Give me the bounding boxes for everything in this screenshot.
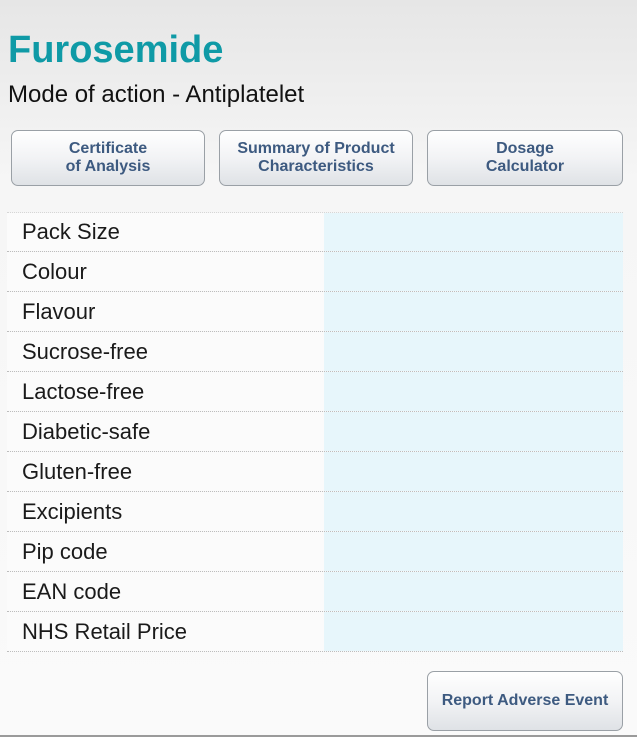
row-lactose-free: Lactose-free xyxy=(7,372,623,412)
row-value xyxy=(324,332,623,371)
row-label: Sucrose-free xyxy=(7,332,324,371)
row-value xyxy=(324,572,623,611)
row-value xyxy=(324,412,623,451)
row-nhs-retail-price: NHS Retail Price xyxy=(7,612,623,652)
row-sucrose-free: Sucrose-free xyxy=(7,332,623,372)
row-excipients: Excipients xyxy=(7,492,623,532)
row-label: Excipients xyxy=(7,492,324,531)
row-label: Diabetic-safe xyxy=(7,412,324,451)
summary-of-product-characteristics-button[interactable]: Summary of Product Characteristics xyxy=(219,130,413,186)
row-label: Gluten-free xyxy=(7,452,324,491)
row-value xyxy=(324,292,623,331)
row-label: NHS Retail Price xyxy=(7,612,324,651)
row-colour: Colour xyxy=(7,252,623,292)
row-gluten-free: Gluten-free xyxy=(7,452,623,492)
mode-of-action: Mode of action - Antiplatelet xyxy=(8,81,305,108)
certificate-of-analysis-button[interactable]: Certificate of Analysis xyxy=(11,130,205,186)
row-value xyxy=(324,612,623,651)
row-label: Colour xyxy=(7,252,324,291)
dosage-calculator-button[interactable]: Dosage Calculator xyxy=(427,130,623,186)
row-label: Lactose-free xyxy=(7,372,324,411)
row-ean-code: EAN code xyxy=(7,572,623,612)
row-value xyxy=(324,252,623,291)
row-label: Pack Size xyxy=(7,213,324,251)
row-label: Pip code xyxy=(7,532,324,571)
row-diabetic-safe: Diabetic-safe xyxy=(7,412,623,452)
report-adverse-event-button[interactable]: Report Adverse Event xyxy=(427,671,623,731)
row-label: Flavour xyxy=(7,292,324,331)
row-label: EAN code xyxy=(7,572,324,611)
row-value xyxy=(324,213,623,251)
row-value xyxy=(324,492,623,531)
row-value xyxy=(324,372,623,411)
row-pip-code: Pip code xyxy=(7,532,623,572)
product-title: Furosemide xyxy=(8,29,224,71)
row-pack-size: Pack Size xyxy=(7,212,623,252)
product-details-table: Pack Size Colour Flavour Sucrose-free La… xyxy=(7,212,623,652)
row-value xyxy=(324,532,623,571)
row-flavour: Flavour xyxy=(7,292,623,332)
row-value xyxy=(324,452,623,491)
